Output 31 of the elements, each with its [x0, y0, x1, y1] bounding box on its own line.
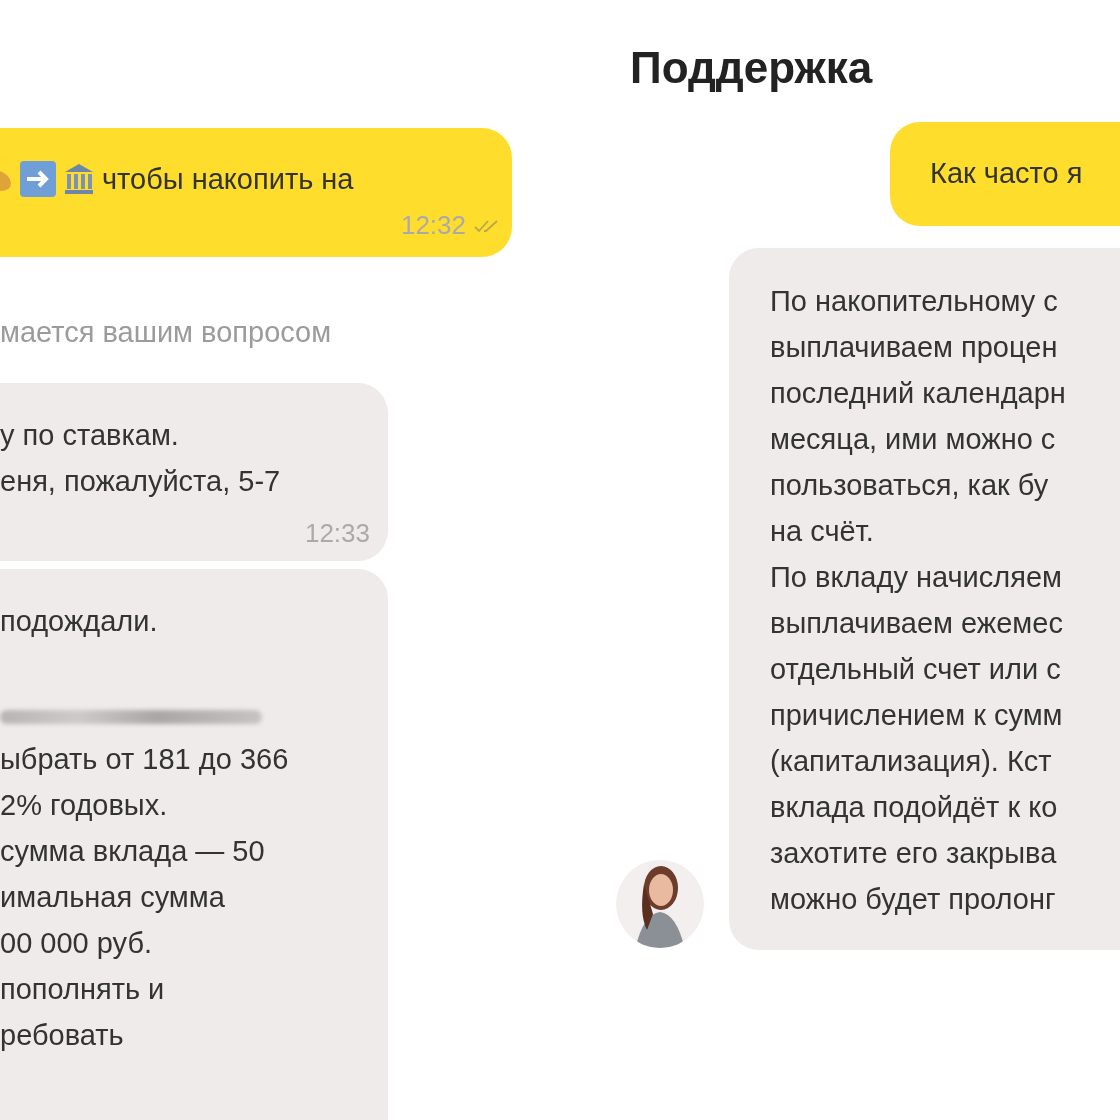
message-text: захотите его закрыва — [770, 836, 1058, 871]
message-text: По вкладу начисляем — [770, 560, 1063, 595]
message-text: выплачиваем процен — [770, 330, 1059, 365]
message-text: у по ставкам. — [0, 418, 180, 453]
message-text: пользоваться, как бу — [770, 468, 1050, 503]
bank-icon — [64, 163, 94, 195]
message-text: имальная сумма — [0, 880, 226, 915]
message-text: чтобы накопить на — [102, 162, 354, 197]
message-text: еня, пожалуйста, 5-7 — [0, 464, 282, 499]
message-text: (капитализация). Кст — [770, 744, 1053, 779]
message-text: сумма вклада — 50 — [0, 834, 266, 869]
message-text: отдельный счет или с — [770, 652, 1062, 687]
status-text: мается вашим вопросом — [0, 315, 333, 350]
message-text: причислением к сумм — [770, 698, 1064, 733]
message-text: По накопительному с — [770, 284, 1059, 319]
message-text: Как часто я — [930, 156, 1084, 191]
message-text: пополнять и — [0, 972, 166, 1007]
message-text: месяца, ими можно с — [770, 422, 1057, 457]
message-text: последний календарн — [770, 376, 1067, 411]
chat-title: Поддержка — [630, 42, 874, 94]
message-text: 00 000 руб. — [0, 926, 154, 961]
message-text: выплачиваем ежемес — [770, 606, 1064, 641]
message-text: на счёт. — [770, 514, 875, 549]
message-text: подождали. — [0, 604, 159, 639]
message-text: ребовать — [0, 1018, 125, 1053]
message-text: ыбрать от 181 до 366 — [0, 742, 290, 777]
message-text: 2% годовых. — [0, 788, 169, 823]
message-time: 12:32 — [400, 210, 466, 241]
message-text: можно будет пролонг — [770, 882, 1057, 917]
message-time: 12:33 — [304, 518, 370, 549]
message-text: вклада подойдёт к ко — [770, 790, 1059, 825]
